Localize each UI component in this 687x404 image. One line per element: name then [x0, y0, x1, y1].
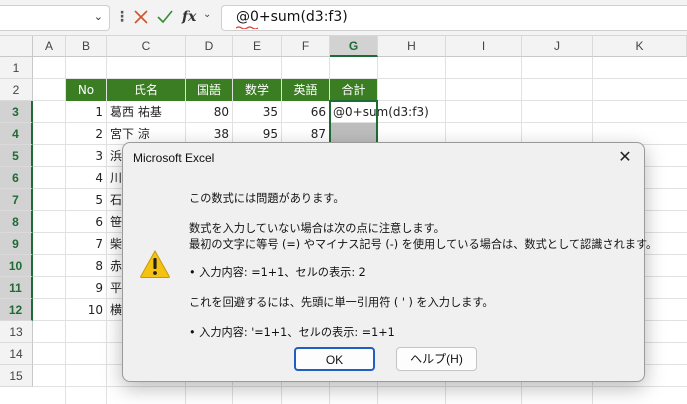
- table-cell[interactable]: 葛西 祐基: [107, 101, 185, 123]
- row-header-7[interactable]: 7: [0, 189, 33, 211]
- table-cell[interactable]: 80: [186, 101, 232, 123]
- column-header-d[interactable]: D: [186, 36, 233, 57]
- formula-input[interactable]: @0+sum(d3:f3): [221, 5, 687, 31]
- error-dialog: Microsoft Excel ✕ この数式には問題があります。 数式を入力して…: [122, 142, 657, 382]
- table-cell[interactable]: 66: [282, 101, 329, 123]
- column-header-h[interactable]: H: [378, 36, 446, 57]
- table-cell[interactable]: 8: [66, 255, 106, 277]
- table-header-cell[interactable]: 数学: [233, 79, 281, 101]
- table-cell[interactable]: 4: [66, 167, 106, 189]
- ok-button[interactable]: OK: [294, 347, 375, 371]
- row-header-11[interactable]: 11: [0, 277, 33, 299]
- table-cell[interactable]: 3: [66, 145, 106, 167]
- dialog-message-line5: これを回避するには、先頭に単一引用符 ( ' ) を入力します。: [189, 296, 494, 309]
- column-header-a[interactable]: A: [33, 36, 66, 57]
- warning-icon: [139, 249, 171, 279]
- help-button[interactable]: ヘルプ(H): [396, 347, 477, 371]
- dialog-message-line1: この数式には問題があります。: [189, 192, 345, 205]
- row-header-4[interactable]: 4: [0, 123, 33, 145]
- row-header-3[interactable]: 3: [0, 101, 33, 123]
- table-header-cell[interactable]: No: [66, 79, 106, 101]
- row-header-12[interactable]: 12: [0, 299, 33, 321]
- select-all-corner[interactable]: [0, 36, 33, 57]
- table-cell[interactable]: 7: [66, 233, 106, 255]
- table-cell[interactable]: 10: [66, 299, 106, 321]
- row-header-10[interactable]: 10: [0, 255, 33, 277]
- formula-text: @0+sum(d3:f3): [236, 9, 348, 25]
- column-header-f[interactable]: F: [282, 36, 330, 57]
- dialog-title: Microsoft Excel: [133, 151, 215, 165]
- dialog-message-line3: 最初の文字に等号 (=) やマイナス記号 (-) を使用している場合は、数式とし…: [189, 238, 658, 251]
- column-header-b[interactable]: B: [66, 36, 107, 57]
- table-cell[interactable]: 6: [66, 211, 106, 233]
- table-header-cell[interactable]: 氏名: [107, 79, 185, 101]
- row-header-8[interactable]: 8: [0, 211, 33, 233]
- row-header-5[interactable]: 5: [0, 145, 33, 167]
- row-header-1[interactable]: 1: [0, 57, 33, 79]
- dialog-message-line2: 数式を入力していない場合は次の点に注意します。: [189, 222, 445, 235]
- column-header-i[interactable]: I: [446, 36, 522, 57]
- chevron-down-icon[interactable]: ⌄: [94, 10, 103, 23]
- dialog-message-line4: • 入力内容: =1+1、セルの表示: 2: [189, 266, 366, 279]
- column-header-c[interactable]: C: [107, 36, 186, 57]
- table-cell[interactable]: 5: [66, 189, 106, 211]
- more-options-icon[interactable]: ⋮: [115, 8, 129, 26]
- table-cell[interactable]: 35: [233, 101, 281, 123]
- table-cell[interactable]: 1: [66, 101, 106, 123]
- column-header-k[interactable]: K: [593, 36, 687, 57]
- column-header-j[interactable]: J: [522, 36, 593, 57]
- row-header-14[interactable]: 14: [0, 343, 33, 365]
- dialog-message-line6: • 入力内容: '=1+1、セルの表示: =1+1: [189, 326, 395, 339]
- close-icon[interactable]: ✕: [614, 147, 636, 169]
- name-box[interactable]: ⌄: [0, 5, 110, 31]
- enter-check-icon[interactable]: [156, 7, 174, 27]
- table-header-cell[interactable]: 合計: [330, 79, 377, 101]
- table-header-cell[interactable]: 英語: [282, 79, 329, 101]
- row-header-6[interactable]: 6: [0, 167, 33, 189]
- column-header-g[interactable]: G: [330, 36, 378, 57]
- row-header-13[interactable]: 13: [0, 321, 33, 343]
- formula-bar: ⌄ ⋮ fx ⌄ @0+sum(d3:f3): [0, 0, 687, 36]
- table-header-cell[interactable]: 国語: [186, 79, 232, 101]
- error-squiggle: [236, 26, 258, 29]
- row-header-2[interactable]: 2: [0, 79, 33, 101]
- table-cell[interactable]: 2: [66, 123, 106, 145]
- grid-hline: [33, 386, 687, 387]
- cancel-icon[interactable]: [132, 7, 150, 27]
- table-cell[interactable]: 9: [66, 277, 106, 299]
- row-header-15[interactable]: 15: [0, 365, 33, 387]
- row-header-9[interactable]: 9: [0, 233, 33, 255]
- column-header-e[interactable]: E: [233, 36, 282, 57]
- chevron-down-icon[interactable]: ⌄: [203, 9, 211, 20]
- insert-function-icon[interactable]: fx: [182, 6, 202, 28]
